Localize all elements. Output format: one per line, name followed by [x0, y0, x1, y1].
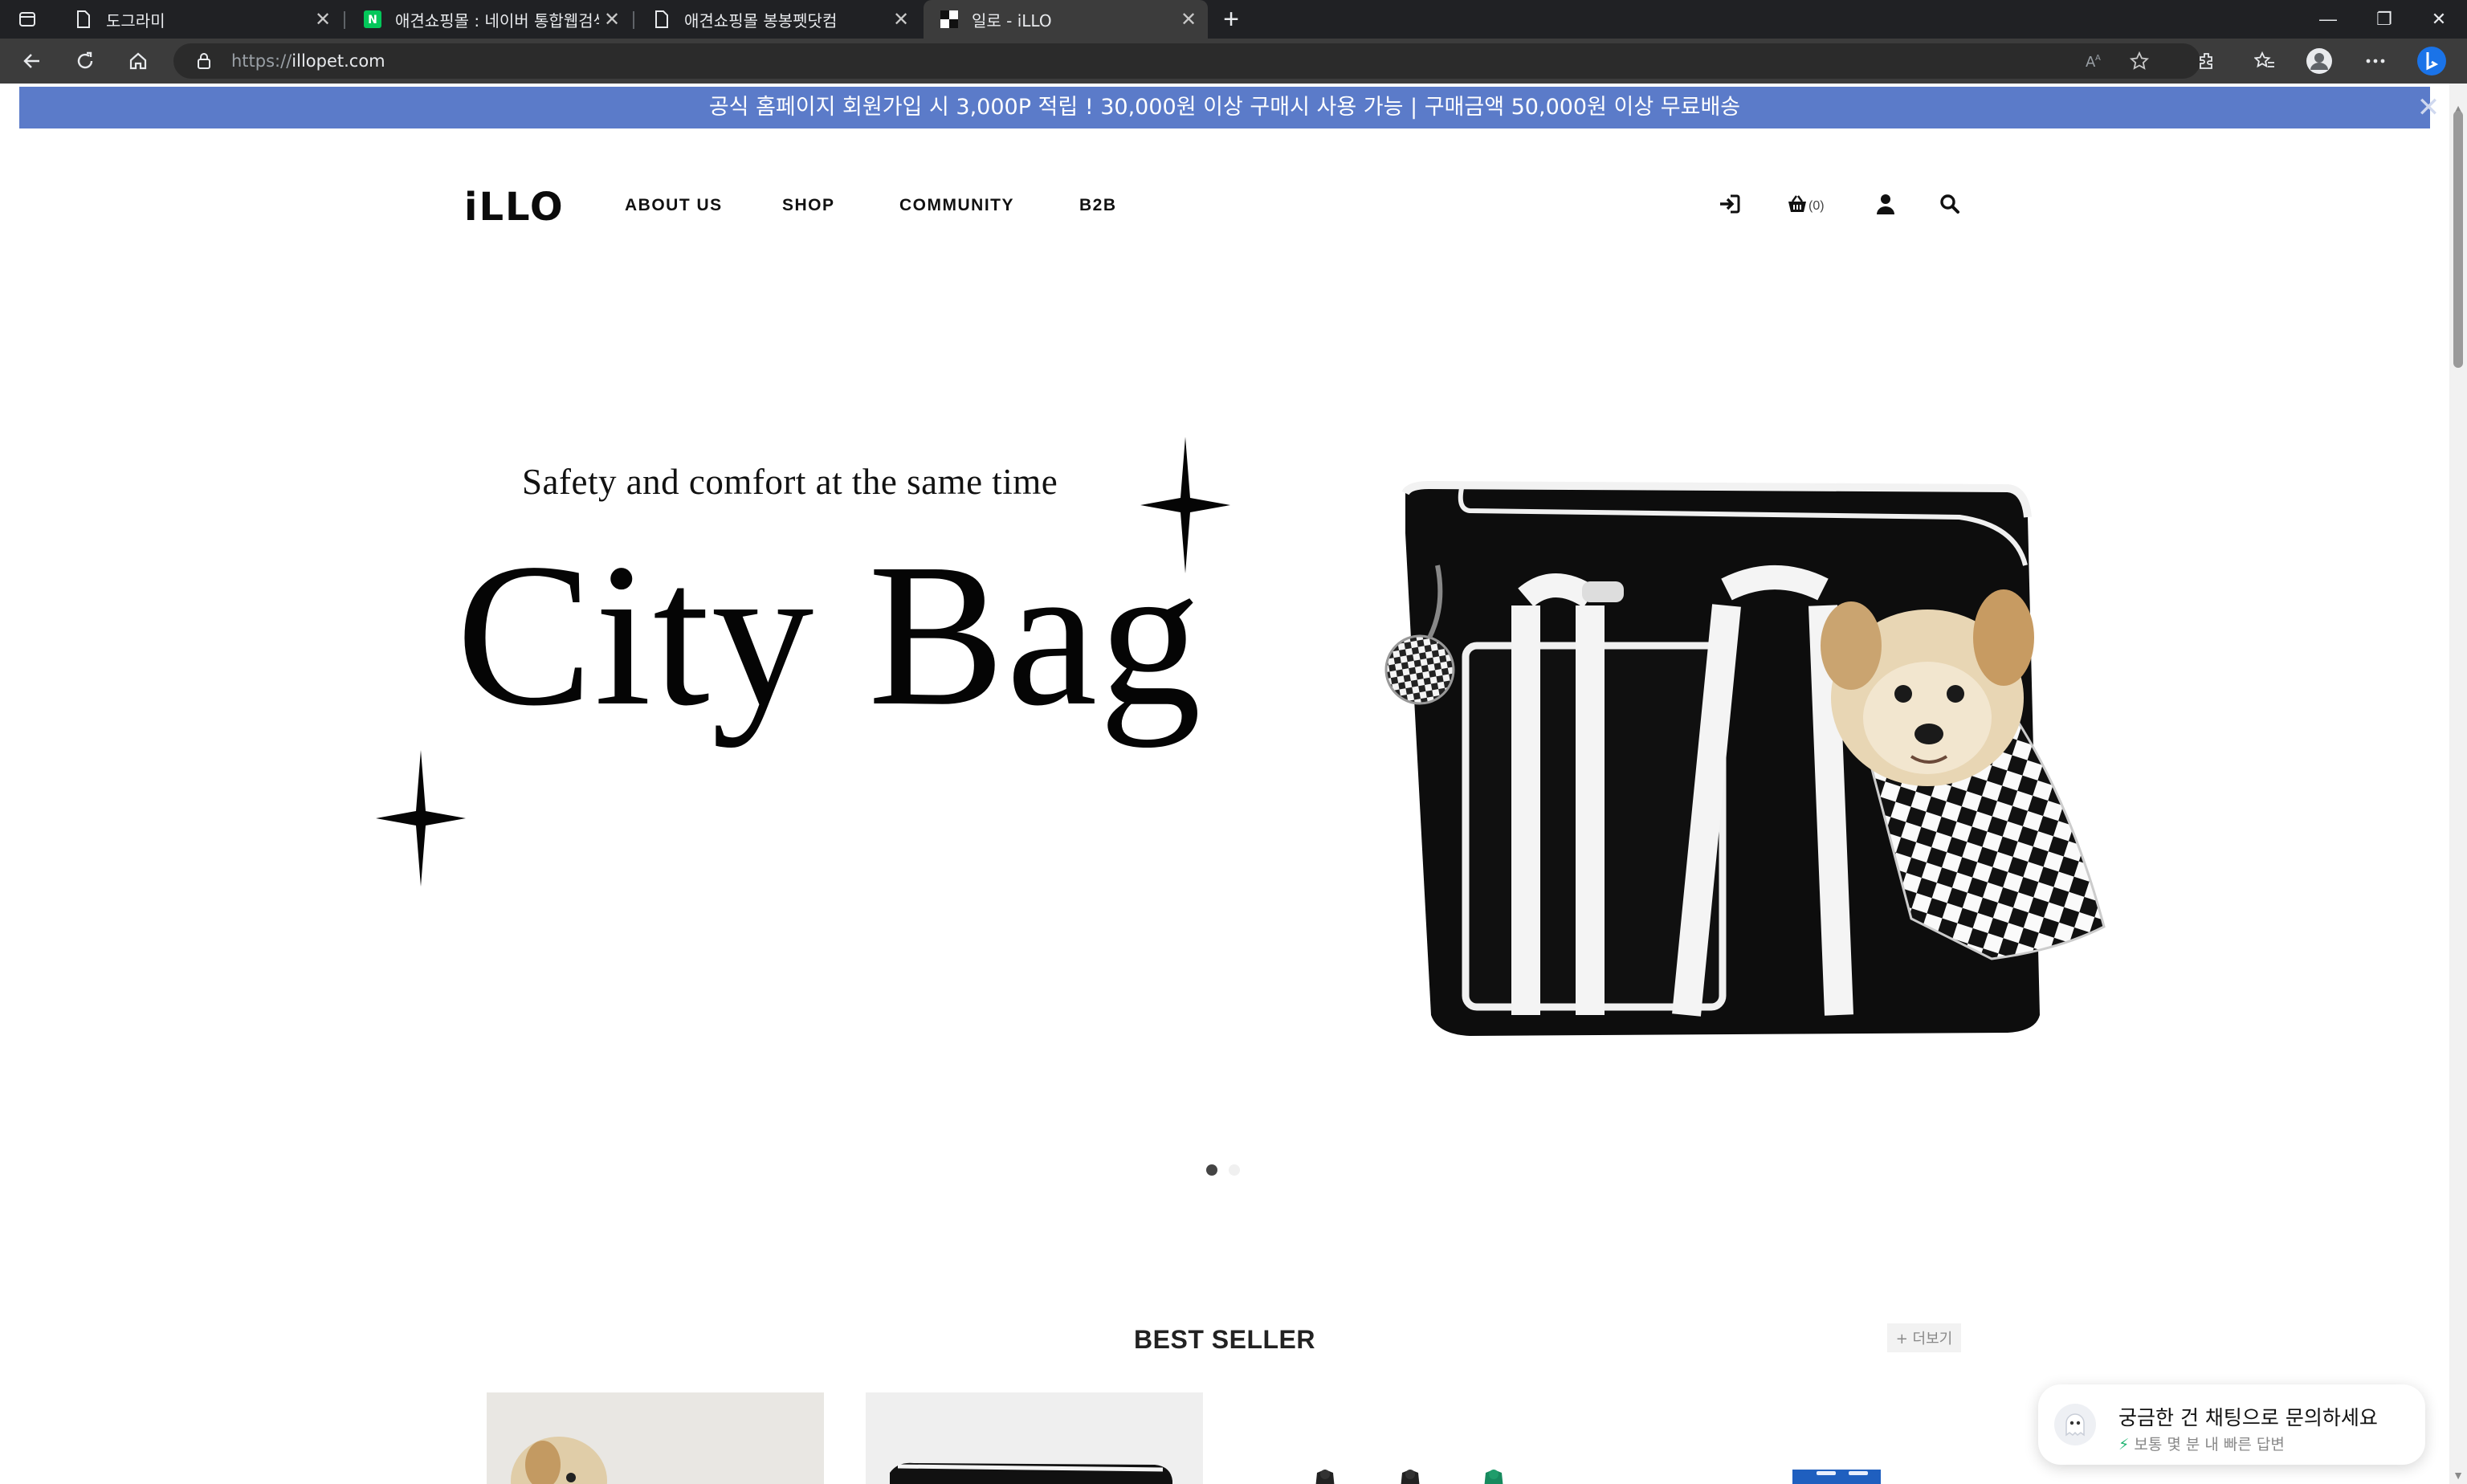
tab-separator [344, 11, 345, 29]
web-page: 공식 홈페이지 회원가입 시 3,000P 적립 ! 30,000원 이상 구매… [0, 84, 2467, 1484]
scroll-down-arrow-icon[interactable]: ▼ [2449, 1466, 2467, 1484]
product-card[interactable] [1624, 1392, 1961, 1484]
tab-title: 일로 - iLLO [972, 10, 1052, 31]
slider-dot[interactable] [1206, 1164, 1217, 1176]
scrollbar-thumb[interactable] [2453, 111, 2463, 368]
tab-title: 도그라미 [106, 10, 165, 31]
product-image [866, 1392, 1203, 1484]
minimize-button[interactable]: — [2300, 0, 2356, 39]
browser-tab-1[interactable]: 도그라미 ✕ [58, 0, 342, 39]
profile-icon[interactable] [2303, 45, 2335, 77]
nav-community[interactable]: COMMUNITY [899, 196, 1014, 215]
chat-subtitle-text: 보통 몇 분 내 빠른 답변 [2134, 1436, 2285, 1453]
promo-close-icon[interactable]: ✕ [2411, 87, 2446, 128]
url-host: illopet.com [292, 51, 385, 71]
svg-text:A: A [2095, 54, 2101, 63]
tab-close-icon[interactable]: ✕ [888, 6, 914, 32]
tab-close-icon[interactable]: ✕ [599, 6, 625, 32]
tab-close-icon[interactable]: ✕ [310, 6, 336, 32]
close-window-button[interactable]: ✕ [2411, 0, 2467, 39]
restore-button[interactable]: ❐ [2356, 0, 2412, 39]
page-icon [652, 10, 671, 29]
address-bar[interactable]: https://illopet.com AA [173, 43, 2200, 79]
product-image [1624, 1392, 1961, 1484]
tab-close-icon[interactable]: ✕ [1176, 6, 1201, 32]
hero-title: City Bag [456, 522, 1203, 748]
promo-banner[interactable]: 공식 홈페이지 회원가입 시 3,000P 적립 ! 30,000원 이상 구매… [19, 87, 2430, 128]
url-text: https://illopet.com [231, 43, 385, 79]
nav-b2b[interactable]: B2B [1079, 196, 1117, 215]
site-logo[interactable]: iLLO [464, 185, 565, 230]
more-menu-icon[interactable] [2359, 45, 2392, 77]
svg-text:N: N [368, 14, 377, 26]
hero-subtitle: Safety and comfort at the same time [522, 462, 1058, 502]
browser-tab-3[interactable]: 애견쇼핑몰 봉봉펫닷컴 ✕ [636, 0, 920, 39]
nav-about-us[interactable]: ABOUT US [625, 196, 723, 215]
tab-title: 애견쇼핑몰 봉봉펫닷컴 [684, 10, 838, 31]
best-seller-title: BEST SELLER [1134, 1325, 1315, 1354]
chat-subtitle: ⚡ 보통 몇 분 내 빠른 답변 [2118, 1433, 2285, 1454]
reload-icon[interactable] [69, 45, 101, 77]
browser-toolbar: https://illopet.com AA [0, 39, 2467, 84]
read-aloud-icon[interactable]: AA [2085, 51, 2104, 71]
lock-icon[interactable] [194, 51, 214, 71]
extensions-icon[interactable] [2191, 45, 2223, 77]
naver-favicon-icon: N [363, 10, 382, 29]
cart-count: (0) [1808, 199, 1825, 213]
tab-actions-icon[interactable] [11, 3, 43, 35]
page-icon [74, 10, 93, 29]
slider-dot[interactable] [1229, 1164, 1240, 1176]
browser-tab-bar: 도그라미 ✕ N 애견쇼핑몰 : 네이버 통합웹검색 ✕ 애견쇼핑몰 봉봉펫닷컴… [0, 0, 2467, 39]
chat-title: 궁금한 건 채팅으로 문의하세요 [2118, 1406, 2378, 1429]
tab-separator [633, 11, 634, 29]
chat-ghost-icon [2054, 1404, 2096, 1445]
browser-tab-4[interactable]: 일로 - iLLO ✕ [924, 0, 1208, 39]
login-icon[interactable] [1717, 191, 1743, 217]
product-card[interactable] [1245, 1392, 1582, 1484]
home-icon[interactable] [122, 45, 154, 77]
product-image [487, 1392, 824, 1484]
tab-title: 애견쇼핑몰 : 네이버 통합웹검색 [395, 10, 599, 31]
cart-icon[interactable] [1784, 191, 1810, 217]
browser-tab-2[interactable]: N 애견쇼핑몰 : 네이버 통합웹검색 ✕ [347, 0, 631, 39]
product-card[interactable] [487, 1392, 824, 1484]
more-button[interactable]: + 더보기 [1887, 1323, 1961, 1352]
checkered-favicon-icon [940, 10, 959, 29]
back-icon[interactable] [16, 45, 48, 77]
page-scrollbar[interactable]: ▲ ▼ [2449, 84, 2467, 1484]
new-tab-button[interactable]: + [1203, 0, 1259, 39]
bing-copilot-icon[interactable] [2416, 45, 2448, 77]
url-scheme: https:// [231, 51, 292, 71]
favorites-icon[interactable] [2249, 45, 2281, 77]
sparkle-icon [376, 750, 466, 891]
user-icon[interactable] [1873, 191, 1898, 217]
product-card[interactable] [866, 1392, 1203, 1484]
dog-in-city-bag-image [1384, 480, 2106, 1036]
nav-shop[interactable]: SHOP [782, 196, 835, 215]
chat-widget[interactable]: 궁금한 건 채팅으로 문의하세요 ⚡ 보통 몇 분 내 빠른 답변 [2038, 1384, 2425, 1465]
lightning-icon: ⚡ [2118, 1436, 2130, 1453]
search-icon[interactable] [1937, 191, 1963, 217]
product-image [1245, 1392, 1582, 1484]
add-favorite-icon[interactable] [2130, 51, 2149, 71]
